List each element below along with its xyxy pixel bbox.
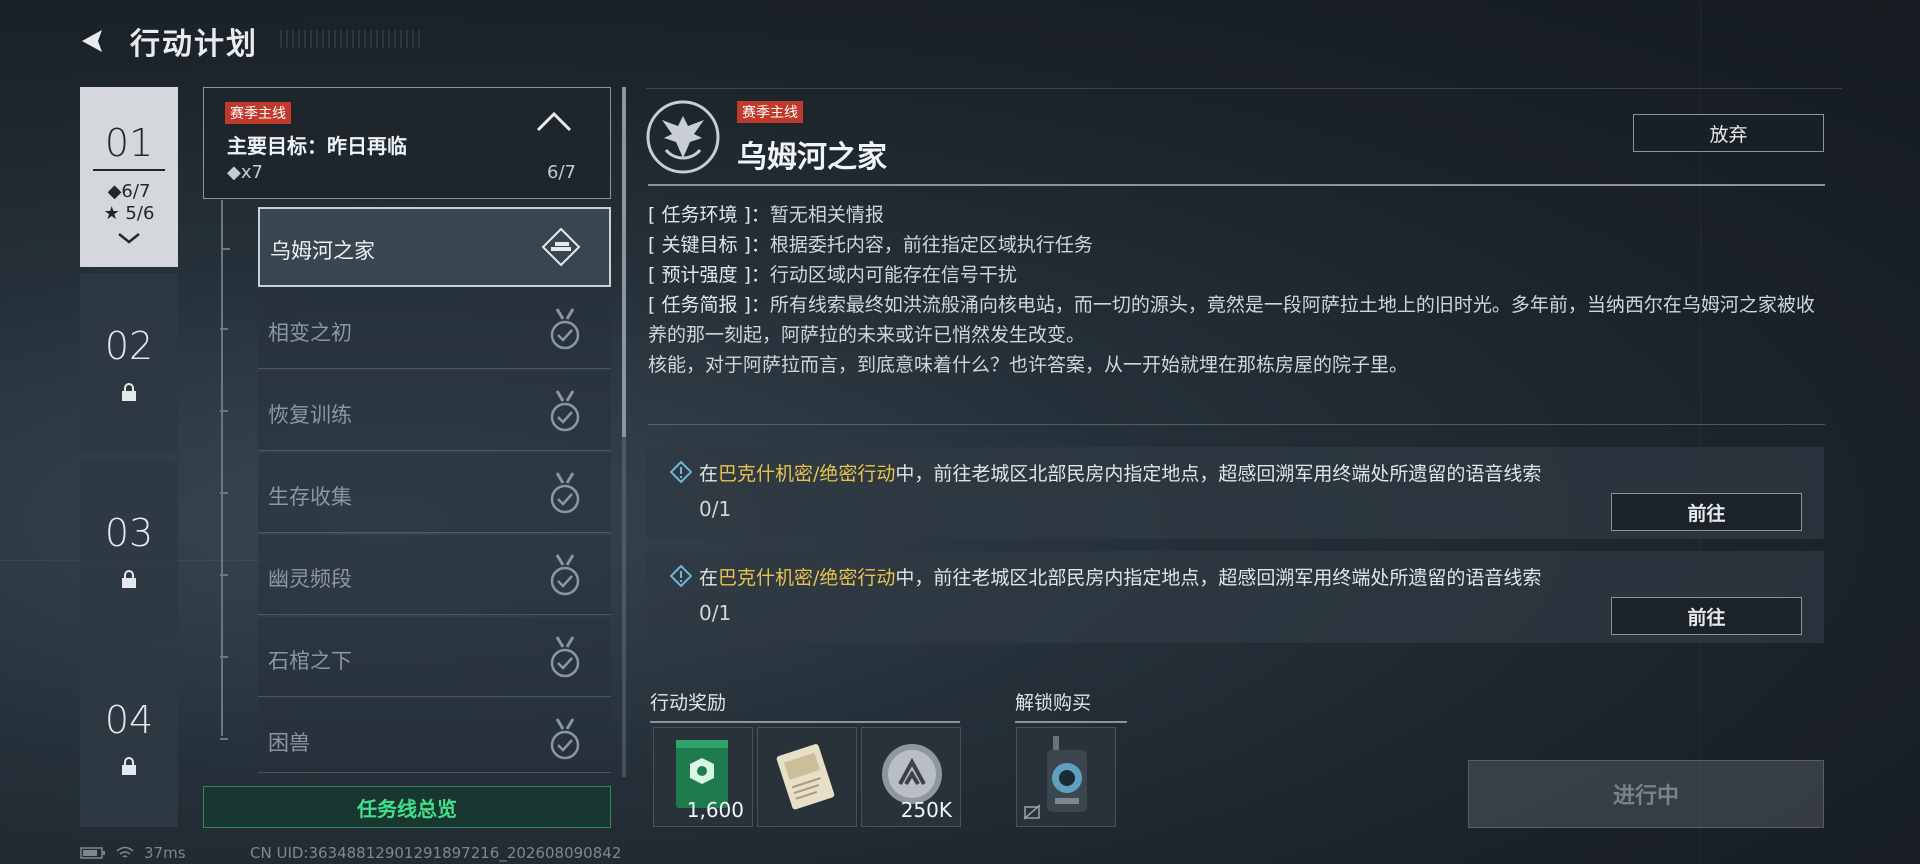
mainline-reward-count: ◆x7 [227,162,263,183]
unavailable-icon [1023,804,1041,820]
mission-item-active[interactable]: 乌姆河之家 [222,207,611,287]
header-decoration [280,30,420,48]
mainline-progress: 6/7 [547,162,576,183]
tree-node [220,738,228,740]
info-row-objective: [ 关键目标 ]：根据委托内容，前往指定区域执行任务 [648,234,1093,256]
info-row-briefing: [ 任务简报 ]：所有线索最终如洪流般涌向核电站，而一切的源头，竟然是一段阿萨拉… [648,294,1815,346]
task-diamond-icon [670,565,692,587]
tree-node [220,410,228,412]
completed-medal-icon [550,308,580,350]
reward-quantity: 250K [900,798,952,822]
chevron-down-icon [118,233,140,244]
back-arrow-icon[interactable] [78,24,112,58]
divider [648,424,1825,425]
tree-node [222,248,230,250]
mission-info: [ 任务环境 ]：暂无相关情报 [ 关键目标 ]：根据委托内容，前往指定区域执行… [648,200,1828,380]
in-progress-diamond-icon [541,227,581,267]
ping-value: 37ms [144,844,186,862]
mission-line-overview-button[interactable]: 任务线总览 [203,786,611,828]
battery-icon [80,847,105,859]
mission-name: 乌姆河之家 [270,239,375,263]
chapter-number: 02 [104,324,154,368]
completed-medal-icon [550,636,580,678]
reward-quantity: 1,600 [686,798,744,822]
reward-item-document[interactable] [757,727,857,827]
mission-item[interactable]: 石棺之下 [220,617,611,697]
season-mainline-tag: 赛季主线 [737,101,803,123]
chapter-diamond-progress: ◆6/7 [107,181,151,202]
season-mainline-tag: 赛季主线 [225,102,291,124]
mission-name: 相变之初 [268,321,352,345]
in-progress-status-button: 进行中 [1468,760,1824,828]
tree-node [220,574,228,576]
mission-item[interactable]: 相变之初 [220,289,611,369]
go-button[interactable]: 前往 [1611,493,1802,531]
chevron-up-icon[interactable] [534,108,574,134]
abandon-button[interactable]: 放弃 [1633,114,1824,152]
info-row-environment: [ 任务环境 ]：暂无相关情报 [648,204,884,226]
eagle-emblem-icon [646,100,720,174]
task-item: 在巴克什机密/绝密行动中，前往老城区北部民房内指定地点，超感回溯军用终端处所遗留… [646,551,1824,643]
info-row-briefing-extra: 核能，对于阿萨拉而言，到底意味着什么？也许答案，从一开始就埋在那栋房屋的院子里。 [648,354,1409,376]
page-title: 行动计划 [130,27,258,62]
mission-item[interactable]: 恢复训练 [220,371,611,451]
task-progress: 0/1 [699,497,732,521]
chapter-tab-04[interactable]: 04 [80,647,178,827]
task-progress: 0/1 [699,601,732,625]
task-item: 在巴克什机密/绝密行动中，前往老城区北部民房内指定地点，超感回溯军用终端处所遗留… [646,447,1824,539]
task-diamond-icon [670,461,692,483]
mission-name: 生存收集 [268,485,352,509]
task-description: 在巴克什机密/绝密行动中，前往老城区北部民房内指定地点，超感回溯军用终端处所遗留… [699,463,1542,485]
completed-medal-icon [550,554,580,596]
chapter-number: 03 [104,511,154,555]
reward-item-coin[interactable]: 250K [861,727,961,827]
mission-item[interactable]: 幽灵频段 [220,535,611,615]
mission-name: 石棺之下 [268,649,352,673]
tree-node [220,492,228,494]
mission-name: 恢复训练 [268,403,352,427]
page-header: 行动计划 [78,18,258,64]
detail-top-border [646,88,1842,89]
mainline-goal: 主要目标：昨日再临 [227,134,407,158]
chapter-number: 04 [104,698,154,742]
go-button[interactable]: 前往 [1611,597,1802,635]
rewards-label: 行动奖励 [650,688,960,723]
status-footer: 37ms CN UID:3634881290129189​7216_202608… [80,844,621,862]
user-uid: CN UID:3634881290129189​7216_20260809084… [250,844,622,862]
chapter-star-progress: ★ 5/6 [103,203,155,224]
task-description: 在巴克什机密/绝密行动中，前往老城区北部民房内指定地点，超感回溯军用终端处所遗留… [699,567,1542,589]
mission-detail-title: 乌姆河之家 [737,140,887,175]
unlock-item-device[interactable] [1016,727,1116,827]
mission-name: 幽灵频段 [268,567,352,591]
mission-item[interactable]: 困兽 [220,699,611,773]
scrollbar-thumb[interactable] [622,87,626,437]
lock-icon [122,383,136,401]
completed-medal-icon [550,718,580,760]
chapter-number: 01 [93,121,165,171]
unlock-purchase-label: 解锁购买 [1015,688,1127,723]
chapter-tab-02[interactable]: 02 [80,273,178,453]
divider [648,184,1825,186]
lock-icon [122,570,136,588]
mission-name: 困兽 [268,731,310,755]
wifi-icon [116,846,134,858]
chapter-tab-03[interactable]: 03 [80,460,178,640]
info-row-difficulty: [ 预计强度 ]：行动区域内可能存在信号干扰 [648,264,1017,286]
mainline-card[interactable]: 赛季主线 主要目标：昨日再临 ◆x7 6/7 [203,87,611,199]
completed-medal-icon [550,472,580,514]
document-icon [776,744,835,810]
reward-item-green-card[interactable]: 1,600 [653,727,753,827]
chapter-tab-01[interactable]: 01 ◆6/7 ★ 5/6 [80,87,178,267]
tree-node [220,656,228,658]
lock-icon [122,757,136,775]
tree-node [220,328,228,330]
mission-item[interactable]: 生存收集 [220,453,611,533]
completed-medal-icon [550,390,580,432]
